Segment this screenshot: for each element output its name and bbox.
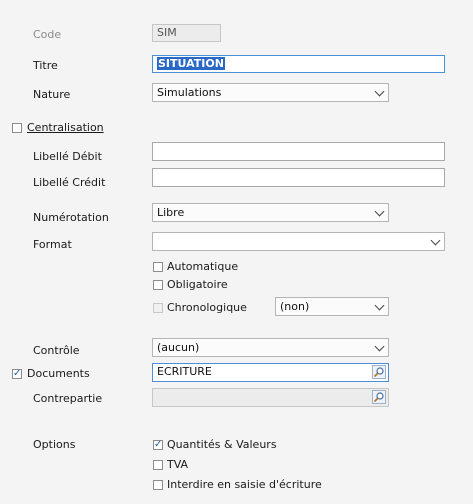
- contrepartie-label: Contrepartie: [33, 392, 103, 405]
- chevron-down-icon: [374, 300, 385, 311]
- magnifier-lookup-icon[interactable]: [372, 365, 386, 379]
- nature-select[interactable]: Simulations: [152, 83, 389, 102]
- automatique-checkbox[interactable]: [153, 262, 163, 272]
- automatique-label: Automatique: [167, 260, 239, 273]
- interdire-checkbox[interactable]: [153, 480, 163, 490]
- chronologique-select[interactable]: (non): [275, 297, 389, 316]
- documents-field[interactable]: ECRITURE: [152, 363, 389, 382]
- nature-value: Simulations: [157, 86, 222, 99]
- quantites-checkbox[interactable]: ✓: [153, 439, 163, 450]
- controle-select[interactable]: (aucun): [152, 338, 389, 357]
- centralisation-label[interactable]: Centralisation: [27, 121, 104, 134]
- libelle-debit-field[interactable]: [152, 142, 445, 161]
- obligatoire-label: Obligatoire: [167, 278, 228, 291]
- libelle-debit-label: Libellé Débit: [33, 150, 102, 163]
- interdire-label: Interdire en saisie d'écriture: [167, 478, 322, 491]
- numerotation-value: Libre: [157, 206, 185, 219]
- centralisation-checkbox[interactable]: [12, 123, 22, 133]
- code-label: Code: [33, 28, 62, 41]
- numerotation-select[interactable]: Libre: [152, 203, 389, 222]
- libelle-credit-label: Libellé Crédit: [33, 176, 106, 189]
- documents-checkbox[interactable]: ✓: [12, 368, 22, 379]
- numerotation-label: Numérotation: [33, 211, 109, 224]
- format-select[interactable]: [152, 232, 445, 251]
- options-label: Options: [33, 438, 76, 451]
- chronologique-checkbox[interactable]: [153, 303, 163, 313]
- nature-label: Nature: [33, 88, 71, 101]
- controle-value: (aucun): [157, 341, 200, 354]
- obligatoire-checkbox[interactable]: [153, 280, 163, 290]
- titre-value: SITUATION: [157, 57, 225, 70]
- quantites-label: Quantités & Valeurs: [167, 438, 277, 451]
- check-icon: ✓: [13, 368, 22, 379]
- chevron-down-icon: [374, 86, 385, 97]
- code-field[interactable]: SIM: [152, 24, 221, 42]
- tva-checkbox[interactable]: [153, 460, 163, 470]
- titre-label: Titre: [33, 59, 58, 72]
- format-label: Format: [33, 238, 72, 251]
- contrepartie-field[interactable]: [152, 388, 389, 407]
- tva-label: TVA: [167, 458, 189, 471]
- controle-label: Contrôle: [33, 344, 80, 357]
- documents-value: ECRITURE: [157, 365, 212, 378]
- chevron-down-icon: [430, 235, 441, 246]
- chronologique-value: (non): [280, 300, 310, 313]
- chevron-down-icon: [374, 206, 385, 217]
- libelle-credit-field[interactable]: [152, 168, 445, 187]
- magnifier-lookup-icon[interactable]: [372, 390, 386, 404]
- check-icon: ✓: [154, 439, 163, 450]
- chevron-down-icon: [374, 341, 385, 352]
- titre-field[interactable]: SITUATION: [152, 55, 445, 73]
- documents-label: Documents: [27, 367, 90, 380]
- chronologique-label: Chronologique: [167, 301, 247, 314]
